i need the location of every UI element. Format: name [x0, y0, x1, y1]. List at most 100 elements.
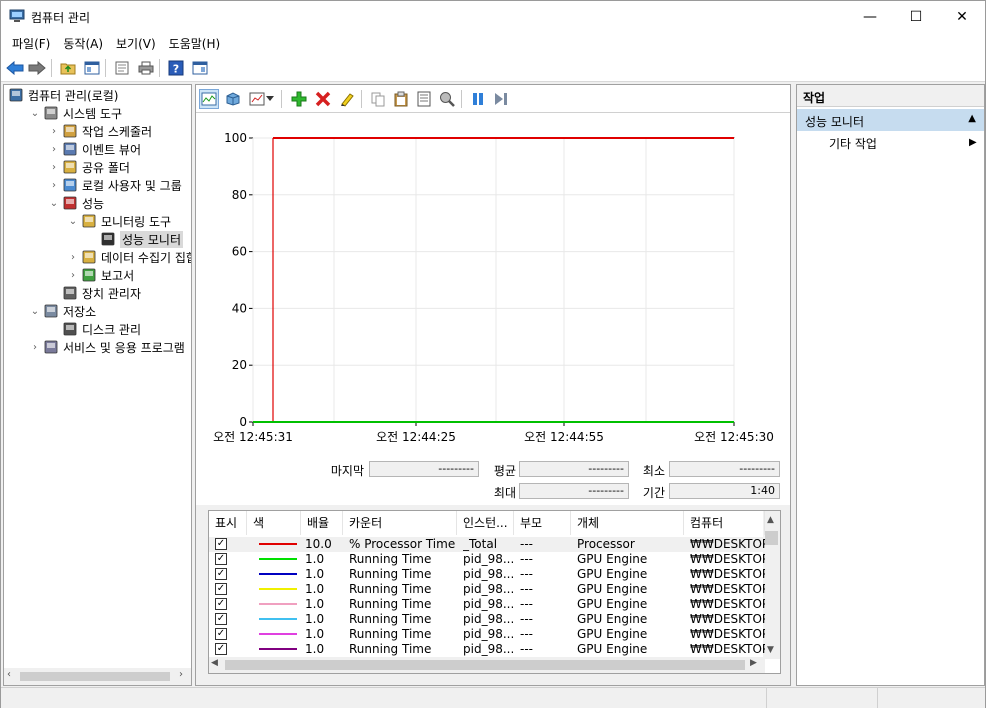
column-header[interactable]: 색: [247, 511, 301, 535]
tree-horizontal-scrollbar[interactable]: ‹ ›: [4, 668, 191, 685]
tree-item[interactable]: › 보고서: [65, 266, 134, 284]
minimize-button[interactable]: —: [847, 1, 893, 32]
help-icon[interactable]: ?: [166, 58, 186, 78]
show-checkbox[interactable]: ✓: [215, 643, 227, 655]
delete-counter-icon[interactable]: [313, 89, 333, 109]
actions-section-performance-monitor[interactable]: 성능 모니터 ▲: [797, 109, 984, 131]
tree-item[interactable]: › 이벤트 뷰어: [46, 140, 141, 158]
scroll-left-icon[interactable]: ‹: [7, 669, 11, 680]
tree-item[interactable]: 장치 관리자: [46, 284, 141, 302]
change-graph-type-icon[interactable]: [247, 89, 267, 109]
menu-file[interactable]: 파일(F): [5, 32, 56, 54]
column-header[interactable]: 표시: [209, 511, 247, 535]
maximize-button[interactable]: ☐: [893, 1, 939, 32]
copy-properties-icon[interactable]: [368, 89, 388, 109]
counter-row[interactable]: ✓ 1.0 Running Time pid_98... --- GPU Engine ₩₩…: [209, 597, 765, 612]
counter-legend-list[interactable]: ▲ ▼ ◀ ▶ 표시 색 배율 카운터 인스턴... 부모 개체 컴퓨터 ✓ 10.0% Proc…: [208, 510, 781, 674]
paste-counter-list-icon[interactable]: [391, 89, 411, 109]
expanded-chevron-icon[interactable]: ⌄: [65, 216, 81, 227]
highlight-icon[interactable]: [337, 89, 357, 109]
scrollbar-thumb[interactable]: [765, 531, 778, 545]
counter-row[interactable]: ✓ 1.0 Running Time pid_98... --- GPU Engine ₩₩…: [209, 627, 765, 642]
performance-graph[interactable]: 100 80 60 40 20 0 오전 12:45:31 오전 12:44:25 오전 12:…: [196, 113, 790, 505]
scroll-right-icon[interactable]: ▶: [750, 658, 757, 668]
tree-item[interactable]: ⌄ 성능: [46, 194, 104, 212]
show-checkbox[interactable]: ✓: [215, 583, 227, 595]
show-hide-tree-icon[interactable]: [82, 58, 102, 78]
show-checkbox[interactable]: ✓: [215, 553, 227, 565]
counter-instance: pid_98...: [463, 612, 513, 626]
column-header[interactable]: 인스턴...: [457, 511, 514, 535]
column-header[interactable]: 개체: [571, 511, 684, 535]
zoom-icon[interactable]: [437, 89, 457, 109]
title-bar: 컴퓨터 관리 — ☐ ✕: [1, 1, 985, 32]
statistics-panel: 마지막 --------- 평균 --------- 최소 --------- …: [196, 455, 790, 507]
counter-row[interactable]: ✓ 1.0 Running Time pid_98... --- GPU Engine ₩₩…: [209, 612, 765, 627]
tree-hscroll-thumb[interactable]: [20, 672, 170, 681]
scroll-left-icon[interactable]: ◀: [211, 658, 218, 668]
graph-properties-icon[interactable]: [414, 89, 434, 109]
tree-item[interactable]: › 데이터 수집기 집합: [65, 248, 191, 266]
show-checkbox[interactable]: ✓: [215, 628, 227, 640]
scroll-right-icon[interactable]: ›: [179, 669, 183, 680]
collapse-icon[interactable]: ▲: [968, 113, 976, 124]
tree-item[interactable]: 컴퓨터 관리(로컬): [8, 86, 118, 104]
legend-vertical-scrollbar[interactable]: ▲ ▼: [763, 511, 780, 659]
counter-row[interactable]: ✓ 1.0 Running Time pid_98... --- GPU Engine ₩₩…: [209, 642, 765, 657]
add-counter-icon[interactable]: [289, 89, 309, 109]
column-header[interactable]: 카운터: [343, 511, 457, 535]
graph-type-dropdown-icon[interactable]: [265, 89, 275, 109]
counter-row[interactable]: ✓ 1.0 Running Time pid_98... --- GPU Engine ₩₩…: [209, 582, 765, 597]
menu-view[interactable]: 보기(V): [109, 32, 162, 54]
tree-item[interactable]: 디스크 관리: [46, 320, 141, 338]
properties-icon[interactable]: [112, 58, 132, 78]
up-folder-icon[interactable]: [58, 58, 78, 78]
menu-action[interactable]: 동작(A): [56, 32, 109, 54]
counter-row[interactable]: ✓ 1.0 Running Time pid_98... --- GPU Engine ₩₩…: [209, 552, 765, 567]
show-checkbox[interactable]: ✓: [215, 598, 227, 610]
show-checkbox[interactable]: ✓: [215, 613, 227, 625]
counter-row[interactable]: ✓ 10.0% Processor Time _Total --- Processor ₩…: [209, 537, 765, 552]
counter-row[interactable]: ✓ 1.0 Running Time pid_98... --- GPU Engine ₩₩…: [209, 567, 765, 582]
more-actions-item[interactable]: 기타 작업: [829, 135, 877, 152]
counter-color-swatch: [259, 603, 297, 605]
collapsed-chevron-icon[interactable]: ›: [65, 270, 81, 281]
expanded-chevron-icon[interactable]: ⌄: [27, 306, 43, 317]
close-button[interactable]: ✕: [939, 1, 985, 32]
view-current-activity-icon[interactable]: [199, 89, 219, 109]
freeze-display-icon[interactable]: [468, 89, 488, 109]
collapsed-chevron-icon[interactable]: ›: [46, 144, 62, 155]
collapsed-chevron-icon[interactable]: ›: [46, 180, 62, 191]
update-data-icon[interactable]: [491, 89, 511, 109]
forward-icon[interactable]: [27, 58, 47, 78]
tree-item[interactable]: › 공유 폴더: [46, 158, 130, 176]
show-hide-action-pane-icon[interactable]: [190, 58, 210, 78]
tree-item[interactable]: 성능 모니터: [84, 230, 184, 248]
tree-item-label: 서비스 및 응용 프로그램: [63, 340, 185, 355]
column-header[interactable]: 컴퓨터: [684, 511, 765, 535]
column-header[interactable]: 부모: [514, 511, 571, 535]
view-log-data-icon[interactable]: [223, 89, 243, 109]
collapsed-chevron-icon[interactable]: ›: [46, 126, 62, 137]
menu-help[interactable]: 도움말(H): [162, 32, 227, 54]
collapsed-chevron-icon[interactable]: ›: [65, 252, 81, 263]
expanded-chevron-icon[interactable]: ⌄: [46, 198, 62, 209]
show-checkbox[interactable]: ✓: [215, 568, 227, 580]
show-checkbox[interactable]: ✓: [215, 538, 227, 550]
back-icon[interactable]: [5, 58, 25, 78]
tree-item[interactable]: › 로컬 사용자 및 그룹: [46, 176, 182, 194]
scroll-up-icon[interactable]: ▲: [767, 515, 774, 525]
expanded-chevron-icon[interactable]: ⌄: [27, 108, 43, 119]
tree-item[interactable]: › 작업 스케줄러: [46, 122, 152, 140]
tree-item[interactable]: ⌄ 시스템 도구: [27, 104, 122, 122]
collapsed-chevron-icon[interactable]: ›: [46, 162, 62, 173]
tree-item[interactable]: ⌄ 저장소: [27, 302, 96, 320]
hscrollbar-thumb[interactable]: [225, 660, 745, 670]
collapsed-chevron-icon[interactable]: ›: [27, 342, 43, 353]
column-header[interactable]: 배율: [301, 511, 343, 535]
tree-item[interactable]: › 서비스 및 응용 프로그램: [27, 338, 185, 356]
legend-horizontal-scrollbar[interactable]: ◀ ▶: [209, 657, 765, 673]
scroll-down-icon[interactable]: ▼: [767, 645, 774, 655]
tree-item[interactable]: ⌄ 모니터링 도구: [65, 212, 171, 230]
print-icon[interactable]: [136, 58, 156, 78]
